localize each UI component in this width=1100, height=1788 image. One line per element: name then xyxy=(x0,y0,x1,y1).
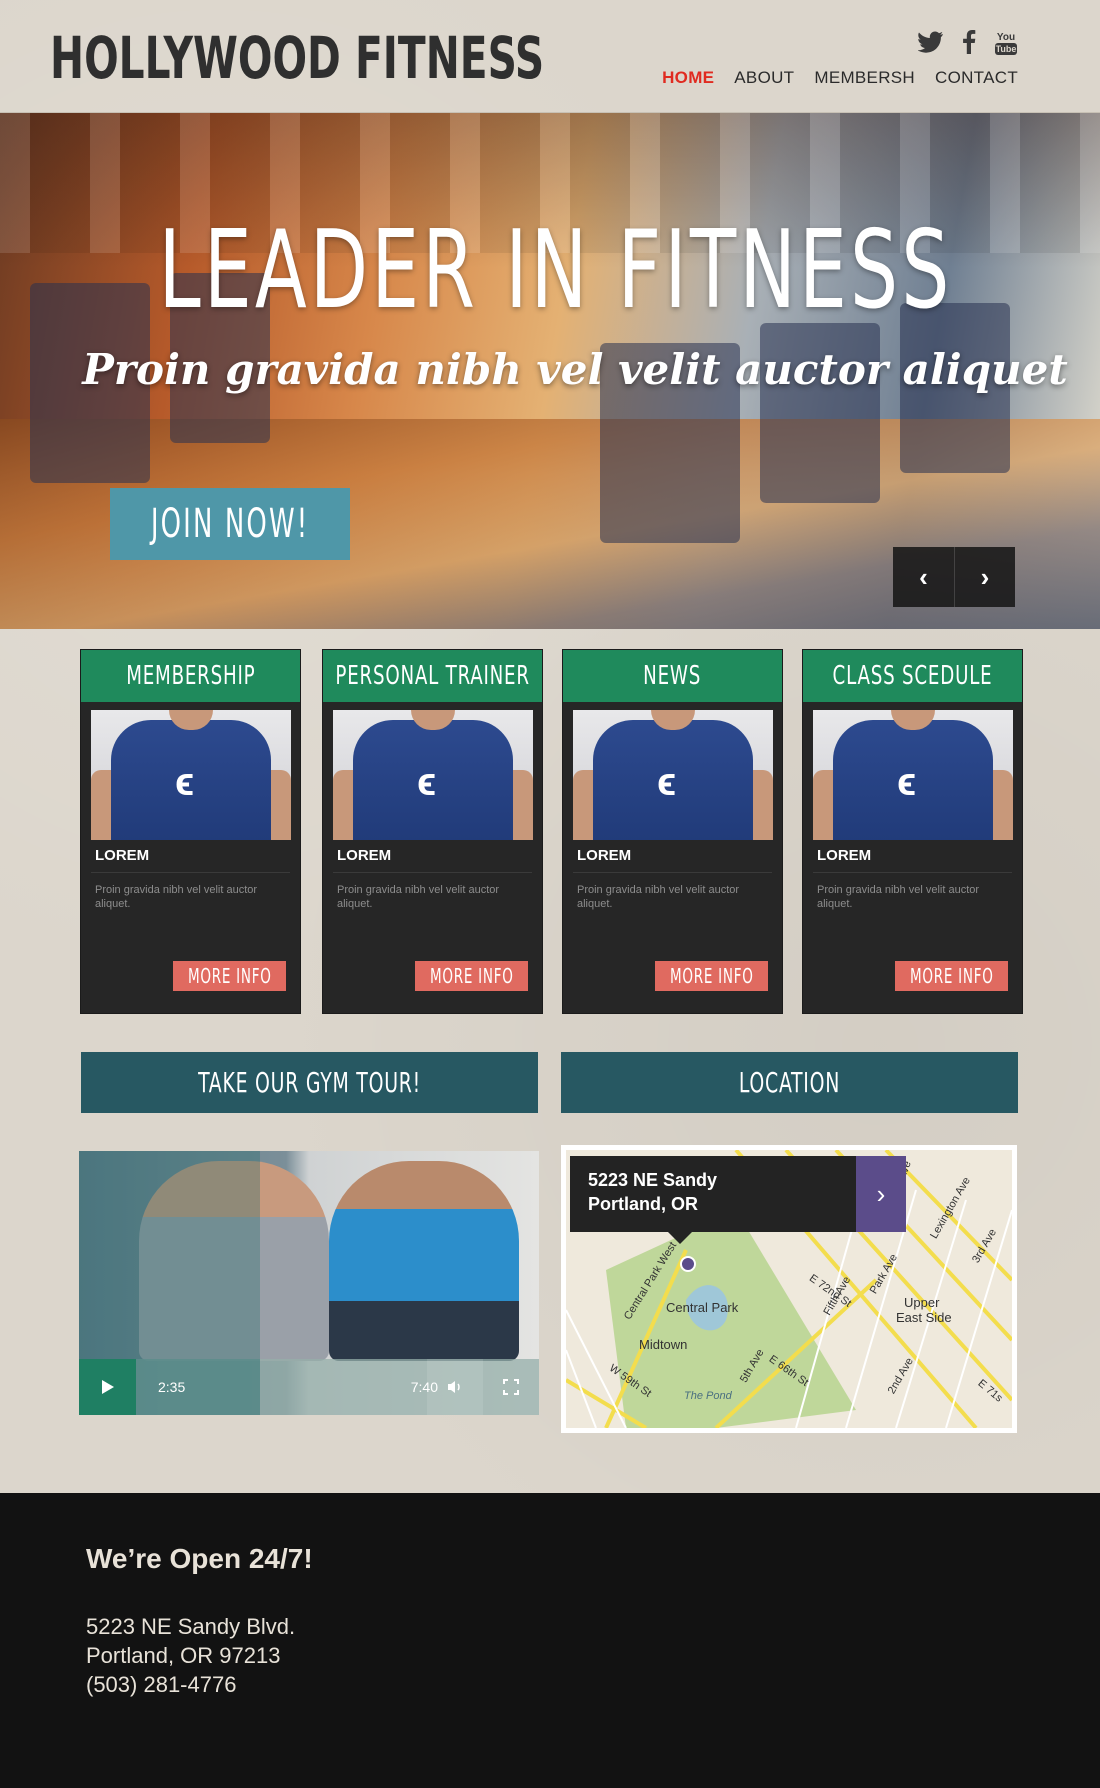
more-info-button[interactable]: MORE INFO xyxy=(895,961,1008,991)
card-divider xyxy=(91,872,290,873)
card-title: MEMBERSHIP xyxy=(81,650,300,702)
video-current-time: 2:35 xyxy=(158,1379,186,1395)
site-logo[interactable]: HOLLYWOOD FITNESS xyxy=(50,24,544,92)
video-controls: 2:35 7:40 xyxy=(79,1359,539,1415)
slider-prev-icon[interactable]: ‹ xyxy=(893,547,954,607)
site-footer: We’re Open 24/7! 5223 NE Sandy Blvd. Por… xyxy=(0,1493,1100,1788)
card-news: NEWS ϵ LOREM Proin gravida nibh vel veli… xyxy=(562,649,783,1014)
site-header: HOLLYWOOD FITNESS You Tube HOME ABOUT MEM… xyxy=(0,0,1100,113)
footer-phone[interactable]: (503) 281-4776 xyxy=(86,1672,236,1698)
card-text: Proin gravida nibh vel velit auctor aliq… xyxy=(817,884,980,910)
slider-next-icon[interactable]: › xyxy=(954,547,1015,607)
card-personal-trainer: PERSONAL TRAINER ϵ LOREM Proin gravida n… xyxy=(322,649,543,1014)
map-label-central-park: Central Park xyxy=(666,1300,739,1315)
card-image: ϵ xyxy=(813,710,1013,840)
twitter-icon[interactable] xyxy=(917,31,944,58)
more-info-label: MORE INFO xyxy=(187,964,272,988)
card-divider xyxy=(333,872,532,873)
gym-tour-title: TAKE OUR GYM TOUR! xyxy=(198,1066,421,1099)
card-membership: MEMBERSHIP ϵ LOREM Proin gravida nibh ve… xyxy=(80,649,301,1014)
more-info-button[interactable]: MORE INFO xyxy=(415,961,528,991)
gym-tour-heading: TAKE OUR GYM TOUR! xyxy=(81,1052,538,1113)
map-bubble-pointer xyxy=(668,1232,692,1244)
card-title-text: PERSONAL TRAINER xyxy=(335,661,530,691)
card-label: LOREM xyxy=(337,847,392,864)
facebook-icon[interactable] xyxy=(962,30,976,59)
footer-heading: We’re Open 24/7! xyxy=(86,1543,313,1574)
gym-tour-video[interactable]: 2:35 7:40 xyxy=(79,1151,539,1415)
map-label-east-side: East Side xyxy=(896,1310,952,1325)
card-title-text: MEMBERSHIP xyxy=(125,661,256,691)
map-directions-icon[interactable]: › xyxy=(856,1156,906,1232)
card-text: Proin gravida nibh vel velit auctor aliq… xyxy=(337,884,500,910)
card-label: LOREM xyxy=(817,847,872,864)
card-image: ϵ xyxy=(573,710,773,840)
card-label: LOREM xyxy=(577,847,632,864)
map-address-line2: Portland, OR xyxy=(588,1194,699,1214)
map-address-line1: 5223 NE Sandy xyxy=(588,1170,718,1190)
map-label-midtown: Midtown xyxy=(639,1337,688,1352)
hero-title: LEADER IN FITNESS xyxy=(158,208,953,333)
card-image: ϵ xyxy=(91,710,291,840)
card-label: LOREM xyxy=(95,847,150,864)
hero-subtitle: Proin gravida nibh vel velit auctor aliq… xyxy=(82,345,1068,394)
nav-item-home[interactable]: HOME xyxy=(662,68,714,88)
card-title: NEWS xyxy=(563,650,782,702)
video-total-time: 7:40 xyxy=(410,1379,438,1395)
map-label-upper: Upper xyxy=(904,1295,940,1310)
fullscreen-icon[interactable] xyxy=(483,1359,539,1415)
location-heading: LOCATION xyxy=(561,1052,1018,1113)
social-links: You Tube xyxy=(917,30,1018,59)
map-address-bubble: 5223 NE Sandy Portland, OR xyxy=(570,1156,856,1232)
card-image: ϵ xyxy=(333,710,533,840)
card-text: Proin gravida nibh vel velit auctor aliq… xyxy=(95,884,258,910)
youtube-icon[interactable]: You Tube xyxy=(994,30,1018,59)
card-title-text: CLASS SCEDULE xyxy=(832,661,993,691)
more-info-label: MORE INFO xyxy=(909,964,994,988)
card-divider xyxy=(573,872,772,873)
nav-item-membership[interactable]: MEMBERSH xyxy=(814,68,915,88)
join-now-label: JOIN NOW! xyxy=(150,501,310,547)
hero-banner: LEADER IN FITNESS Proin gravida nibh vel… xyxy=(0,113,1100,629)
more-info-label: MORE INFO xyxy=(669,964,754,988)
location-title: LOCATION xyxy=(738,1066,841,1099)
location-map[interactable]: Central Park Midtown Upper East Side The… xyxy=(561,1145,1017,1433)
nav-item-contact[interactable]: CONTACT xyxy=(935,68,1018,88)
more-info-label: MORE INFO xyxy=(429,964,514,988)
svg-text:You: You xyxy=(997,32,1015,43)
card-text: Proin gravida nibh vel velit auctor aliq… xyxy=(577,884,740,910)
nav-item-about[interactable]: ABOUT xyxy=(734,68,794,88)
card-divider xyxy=(813,872,1012,873)
join-now-button[interactable]: JOIN NOW! xyxy=(110,488,350,560)
footer-address-line2: Portland, OR 97213 xyxy=(86,1643,281,1668)
card-title: PERSONAL TRAINER xyxy=(323,650,542,702)
card-title-text: NEWS xyxy=(643,661,702,691)
slider-controls: ‹ › xyxy=(893,547,1016,607)
main-nav: HOME ABOUT MEMBERSH CONTACT xyxy=(662,68,1018,88)
svg-text:Tube: Tube xyxy=(996,44,1017,54)
play-icon[interactable] xyxy=(79,1359,136,1415)
card-class-schedule: CLASS SCEDULE ϵ LOREM Proin gravida nibh… xyxy=(802,649,1023,1014)
map-label-the-pond: The Pond xyxy=(684,1390,732,1402)
card-title: CLASS SCEDULE xyxy=(803,650,1022,702)
footer-address-line1: 5223 NE Sandy Blvd. xyxy=(86,1614,296,1639)
video-person-woman xyxy=(329,1161,519,1361)
map-canvas[interactable]: Central Park Midtown Upper East Side The… xyxy=(566,1150,1012,1428)
more-info-button[interactable]: MORE INFO xyxy=(655,961,768,991)
map-location-pin-icon[interactable] xyxy=(680,1256,696,1272)
more-info-button[interactable]: MORE INFO xyxy=(173,961,286,991)
